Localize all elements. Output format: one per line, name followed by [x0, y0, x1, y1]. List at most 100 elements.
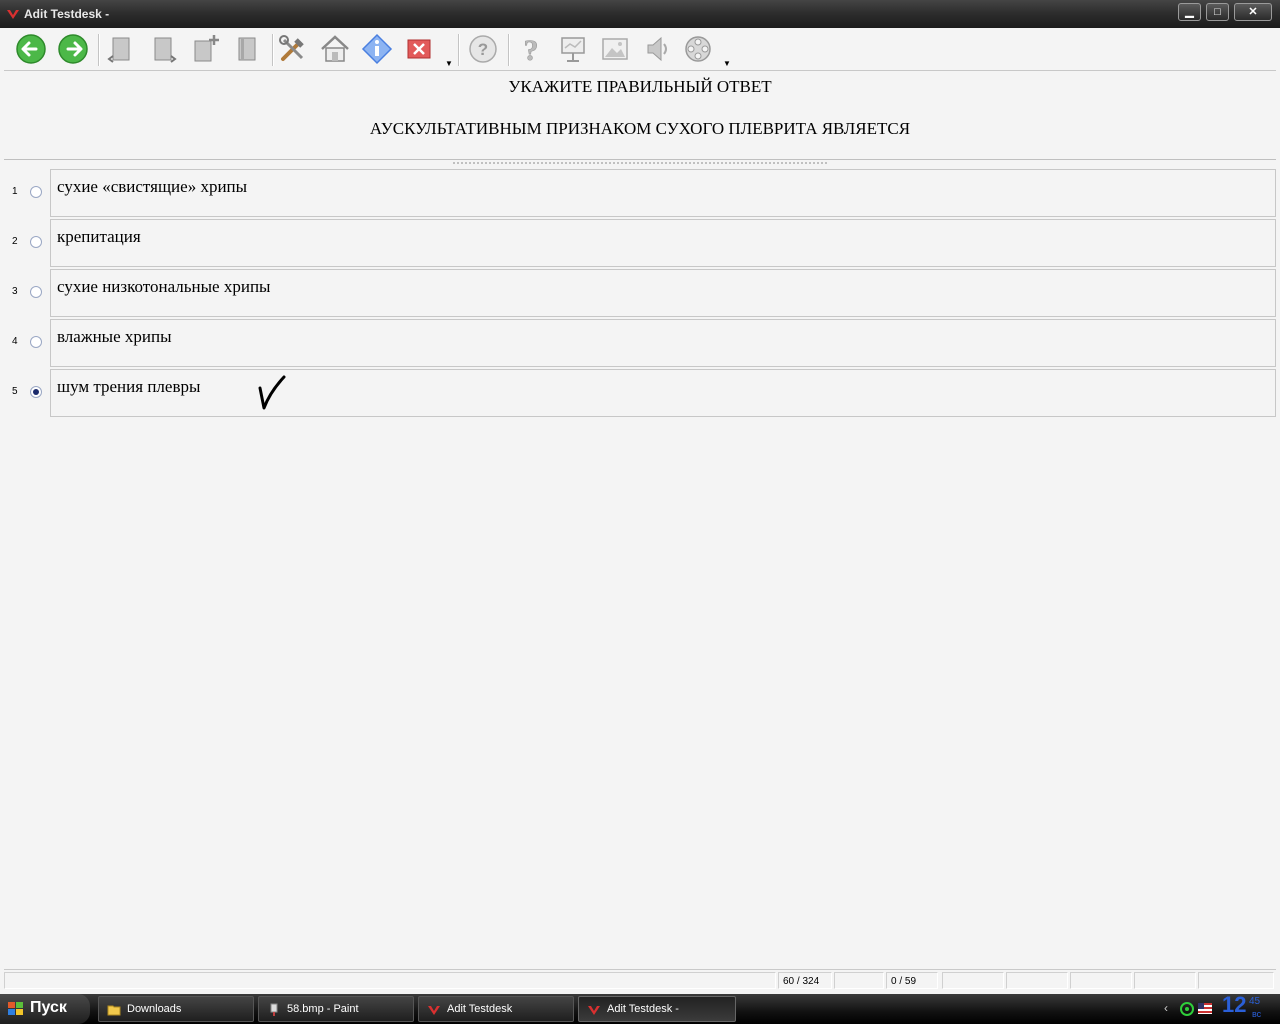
tools-icon — [279, 35, 304, 61]
taskbar-item-label: Downloads — [127, 1003, 182, 1015]
answer-row[interactable]: 2 крепитация — [4, 216, 1276, 267]
add-section-button[interactable] — [188, 32, 222, 66]
presentation-button[interactable] — [556, 32, 590, 66]
answer-option[interactable]: сухие «свистящие» хрипы — [50, 169, 1276, 217]
toolbar-separator — [458, 34, 460, 66]
status-pane — [942, 972, 1004, 989]
forward-arrow-icon — [58, 34, 88, 64]
book-icon — [238, 37, 256, 61]
testdesk-logo-icon — [7, 10, 19, 19]
answer-text: шум трения плевры — [57, 377, 201, 396]
answer-text: сухие низкотональные хрипы — [57, 277, 271, 296]
prev-section-button[interactable] — [104, 32, 138, 66]
paint-icon — [270, 1003, 278, 1016]
start-button[interactable]: Пуск — [0, 994, 90, 1024]
taskbar-item-label: Adit Testdesk - — [607, 1003, 679, 1015]
svg-text:?: ? — [524, 34, 539, 66]
clock-minute: 45 — [1249, 996, 1261, 1007]
answer-row[interactable]: 1 сухие «свистящие» хрипы — [4, 166, 1276, 217]
answer-radio[interactable] — [30, 236, 42, 248]
back-button[interactable] — [14, 32, 48, 66]
answer-number: 2 — [12, 236, 18, 247]
taskbar-item-paint[interactable]: 58.bmp - Paint — [258, 996, 414, 1022]
status-pane — [1006, 972, 1068, 989]
answer-option[interactable]: крепитация — [50, 219, 1276, 267]
info-icon — [361, 33, 393, 65]
title-bar[interactable]: Adit Testdesk - ▁ □ ✕ — [0, 0, 1280, 28]
answer-row[interactable]: 4 влажные хрипы — [4, 316, 1276, 367]
taskbar-item-label: 58.bmp - Paint — [287, 1003, 359, 1015]
toolbar: ▼ ? ? ▼ — [4, 28, 1276, 71]
question-panel: УКАЖИТЕ ПРАВИЛЬНЫЙ ОТВЕТ АУСКУЛЬТАТИВНЫМ… — [4, 71, 1276, 160]
next-section-button[interactable] — [146, 32, 180, 66]
window-title: Adit Testdesk - — [24, 7, 110, 21]
taskbar-item-testdesk[interactable]: Adit Testdesk — [418, 996, 574, 1022]
system-tray: ‹ — [1160, 994, 1280, 1024]
toolbar-separator — [508, 34, 510, 66]
testdesk-icon — [428, 1006, 440, 1015]
video-button[interactable] — [682, 32, 716, 66]
testdesk-icon — [588, 1006, 600, 1015]
help-icon: ? — [469, 35, 497, 63]
question-instruction: УКАЖИТЕ ПРАВИЛЬНЫЙ ОТВЕТ — [508, 77, 772, 96]
status-bar: 60 / 324 0 / 59 — [4, 969, 1276, 992]
app-window: Adit Testdesk - ▁ □ ✕ ▼ ? ? ▼ УКАЖИТЕ ПР… — [0, 0, 1280, 994]
stop-button[interactable] — [402, 32, 436, 66]
answer-text: влажные хрипы — [57, 327, 172, 346]
stop-icon — [407, 39, 431, 59]
maximize-button[interactable]: □ — [1206, 3, 1229, 21]
status-pane — [1198, 972, 1274, 989]
language-flag-icon[interactable] — [1198, 1003, 1212, 1014]
tray-expand-icon[interactable]: ‹ — [1164, 1001, 1168, 1015]
answer-option[interactable]: шум трения плевры — [50, 369, 1276, 417]
answer-row[interactable]: 3 сухие низкотональные хрипы — [4, 266, 1276, 317]
home-icon — [321, 35, 349, 62]
score-counter: 0 / 59 — [886, 972, 938, 989]
svg-text:?: ? — [478, 40, 488, 59]
sound-icon — [647, 36, 667, 62]
start-label: Пуск — [30, 999, 67, 1016]
answer-number: 3 — [12, 286, 18, 297]
settings-button[interactable] — [276, 32, 310, 66]
answer-radio[interactable] — [30, 186, 42, 198]
hint-icon: ? — [523, 34, 539, 68]
dropdown-arrow-icon[interactable]: ▼ — [445, 59, 453, 68]
back-arrow-icon — [16, 34, 46, 64]
taskbar-item-testdesk-active[interactable]: Adit Testdesk - — [578, 996, 736, 1022]
sound-button[interactable] — [640, 32, 674, 66]
dropdown-arrow-icon[interactable]: ▼ — [723, 59, 731, 68]
answer-radio-selected[interactable] — [30, 386, 42, 398]
image-button[interactable] — [598, 32, 632, 66]
answer-option[interactable]: сухие низкотональные хрипы — [50, 269, 1276, 317]
network-icon[interactable] — [1180, 1002, 1194, 1016]
answer-text: сухие «свистящие» хрипы — [57, 177, 248, 196]
answer-radio[interactable] — [30, 336, 42, 348]
answer-number: 4 — [12, 336, 18, 347]
question-progress: 60 / 324 — [778, 972, 832, 989]
status-pane — [1134, 972, 1196, 989]
answer-radio[interactable] — [30, 286, 42, 298]
toolbar-separator — [98, 34, 100, 66]
clock-hour[interactable]: 12 — [1222, 992, 1246, 1018]
help-button[interactable]: ? — [466, 32, 500, 66]
presentation-icon — [561, 37, 585, 62]
minimize-button[interactable]: ▁ — [1178, 3, 1201, 21]
close-button[interactable]: ✕ — [1234, 3, 1272, 21]
status-pane — [4, 972, 776, 989]
splitter-handle[interactable] — [452, 161, 828, 165]
clock-day: вс — [1252, 1009, 1262, 1019]
forward-button[interactable] — [56, 32, 90, 66]
info-button[interactable] — [360, 32, 394, 66]
taskbar-item-downloads[interactable]: Downloads — [98, 996, 254, 1022]
hint-button[interactable]: ? — [514, 32, 548, 68]
home-button[interactable] — [318, 32, 352, 66]
book-prev-icon — [107, 37, 130, 63]
toolbar-separator — [272, 34, 274, 66]
answer-row[interactable]: 5 шум трения плевры — [4, 366, 1276, 417]
folder-icon — [107, 1005, 121, 1016]
book-button[interactable] — [230, 32, 264, 66]
answer-number: 1 — [12, 186, 18, 197]
answer-option[interactable]: влажные хрипы — [50, 319, 1276, 367]
image-icon — [602, 38, 628, 60]
answer-text: крепитация — [57, 227, 141, 246]
